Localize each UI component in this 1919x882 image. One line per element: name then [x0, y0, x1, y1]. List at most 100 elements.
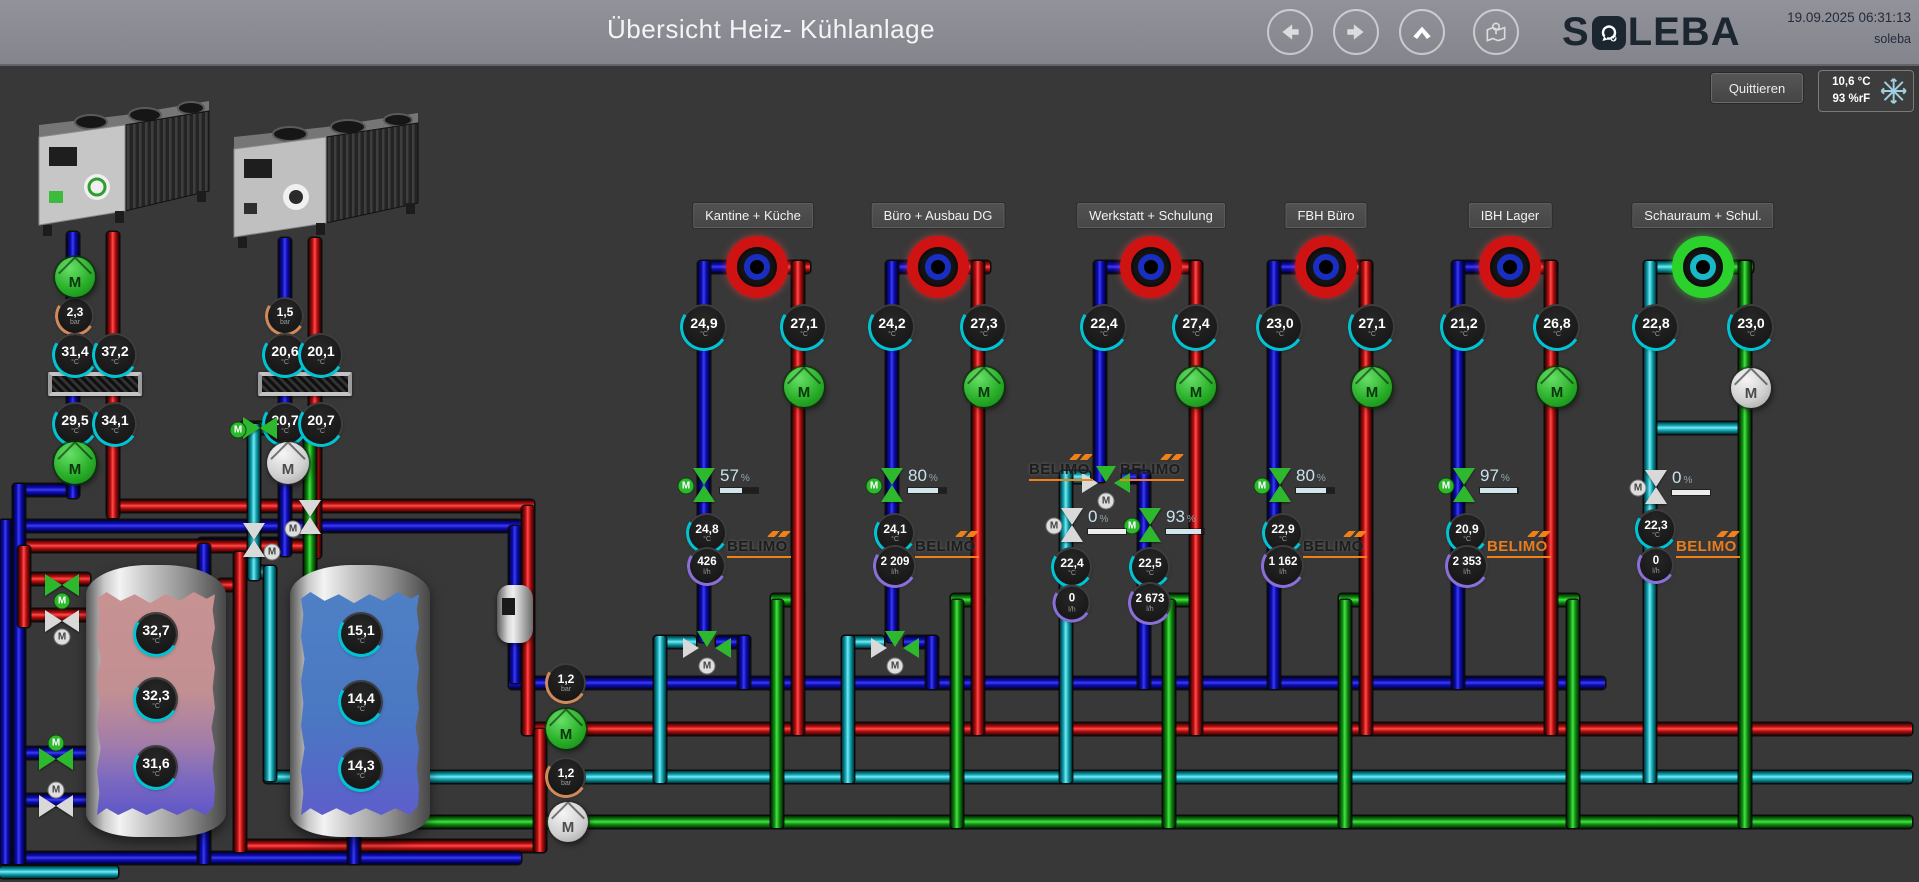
- zone-header-fbh-buero[interactable]: FBH Büro: [1284, 202, 1368, 229]
- valve-motor[interactable]: M: [47, 734, 65, 752]
- main-pipe-hot: [522, 723, 1912, 735]
- zone3-return-temp: 27,4 °C: [1175, 306, 1217, 348]
- heating-circuit-icon[interactable]: [726, 236, 788, 298]
- valve-motor[interactable]: M: [53, 592, 71, 610]
- valve-motor[interactable]: M: [263, 543, 281, 561]
- zone6-flow-badge: 0 l/h: [1640, 549, 1672, 581]
- zone2-mixing-valve[interactable]: [871, 630, 919, 658]
- zone3-branch-a-temp: 22,4 °C: [1054, 549, 1090, 585]
- zone-header-schauraum[interactable]: Schauraum + Schul.: [1631, 202, 1775, 229]
- outdoor-conditions-panel[interactable]: 10,6 °C 93 %rF: [1818, 70, 1914, 112]
- zone-header-kantine-kueche[interactable]: Kantine + Küche: [692, 202, 814, 229]
- belimo-logo: BELIMO: [1029, 461, 1093, 481]
- zone3-branch-b-temp: 22,5 °C: [1132, 549, 1168, 585]
- valve-motor[interactable]: M: [229, 421, 247, 439]
- valve-motor[interactable]: M: [53, 628, 71, 646]
- zone2-return-temp: 27,3 °C: [963, 306, 1005, 348]
- acknowledge-button[interactable]: Quittieren: [1710, 72, 1804, 104]
- pipe-segment: [842, 636, 854, 783]
- valve-motor[interactable]: M: [1629, 479, 1647, 497]
- nav-up-button[interactable]: [1399, 9, 1445, 55]
- zone3-supply-temp: 22,4 °C: [1083, 306, 1125, 348]
- zone5-supply-temp: 21,2 °C: [1443, 306, 1485, 348]
- heating-circuit-icon[interactable]: [1120, 236, 1182, 298]
- belimo-logo: BELIMO: [915, 538, 979, 558]
- pipe-segment: [13, 484, 25, 864]
- valve-motor[interactable]: M: [677, 477, 695, 495]
- snowflake-icon: [1880, 78, 1907, 104]
- cooling-circuit-icon[interactable]: [1672, 236, 1734, 298]
- datetime-display: 19.09.2025 06:31:13 soleba: [1787, 7, 1911, 49]
- zone6-supply-temp: 22,8 °C: [1635, 306, 1677, 348]
- chiller2-circuit-pump[interactable]: M: [267, 442, 309, 484]
- valve-port: [871, 638, 887, 658]
- zone1-mixing-valve[interactable]: [683, 630, 731, 658]
- zone-header-werkstatt-schulung[interactable]: Werkstatt + Schulung: [1076, 202, 1226, 229]
- zone-header-ibh-lager[interactable]: IBH Lager: [1467, 202, 1553, 229]
- zone3-valve-b-position: 93%: [1166, 507, 1204, 534]
- distribution-pump-heating[interactable]: M: [546, 709, 586, 749]
- chiller1-pressure-badge: 2,3 bar: [58, 299, 92, 333]
- zone1-valve-position: 57%: [720, 466, 758, 493]
- chiller1-circuit-pump[interactable]: M: [54, 442, 96, 484]
- zone3-branch-b-flow: 2 673 l/h: [1131, 584, 1169, 622]
- chiller1-temp-badge: 37,2 °C: [95, 335, 135, 375]
- valve-port: [885, 631, 905, 647]
- pipe-segment: [771, 600, 783, 828]
- nav-sitemap-button[interactable]: [1473, 9, 1519, 55]
- zone4-valve-position: 80%: [1296, 466, 1334, 493]
- valve-motor[interactable]: M: [1253, 477, 1271, 495]
- heating-circuit-icon[interactable]: [907, 236, 969, 298]
- heating-circuit-icon[interactable]: [1295, 236, 1357, 298]
- heating-circuit-icon[interactable]: [1479, 236, 1541, 298]
- nav-back-button[interactable]: [1267, 9, 1313, 55]
- valve-motor[interactable]: M: [865, 477, 883, 495]
- zone5-pump[interactable]: M: [1537, 367, 1577, 407]
- pipe-segment: [654, 636, 666, 783]
- pipe-segment: [0, 520, 11, 864]
- belimo-logo: BELIMO: [1120, 461, 1184, 481]
- tank-warm-temp-middle: 32,3 °C: [136, 679, 176, 719]
- valve-port: [697, 631, 717, 647]
- valve-motor[interactable]: M: [886, 657, 904, 675]
- distribution-pump-cooling[interactable]: M: [548, 802, 588, 842]
- zone1-return-temp: 27,1 °C: [783, 306, 825, 348]
- valve-motor[interactable]: M: [1437, 477, 1455, 495]
- valve-motor[interactable]: M: [1123, 517, 1141, 535]
- chiller-1-image[interactable]: [25, 75, 215, 243]
- zone1-pump[interactable]: M: [784, 367, 824, 407]
- title-bar: Übersicht Heiz- Kühlanlage S LEBA 19.09.2…: [0, 0, 1919, 66]
- pipe-segment: [1567, 600, 1579, 828]
- pipe-segment: [1163, 600, 1175, 828]
- chiller2-temp-badge: 20,1 °C: [301, 335, 341, 375]
- arrow-left-icon: [1282, 24, 1299, 40]
- logged-in-user: soleba: [1874, 31, 1911, 46]
- circuit-inner-ring: [1313, 254, 1339, 280]
- belimo-logo: BELIMO: [1676, 538, 1740, 558]
- page-title: Übersicht Heiz- Kühlanlage: [606, 14, 936, 44]
- valve-motor[interactable]: M: [284, 520, 302, 538]
- zone3-pump[interactable]: M: [1176, 367, 1216, 407]
- valve-motor[interactable]: M: [698, 657, 716, 675]
- valve-motor[interactable]: M: [47, 781, 65, 799]
- zone3-branch-a-flow: 0 l/h: [1055, 586, 1089, 620]
- valve-motor[interactable]: M: [1045, 517, 1063, 535]
- pipe-segment: [926, 636, 938, 689]
- zone-header-buero-ausbau[interactable]: Büro + Ausbau DG: [870, 202, 1006, 229]
- vessel-label-plate: [502, 598, 515, 615]
- zone5-return-temp: 26,8 °C: [1536, 306, 1578, 348]
- circuit-inner-ring: [925, 254, 951, 280]
- chiller1-pump[interactable]: M: [55, 257, 95, 297]
- zone2-pump[interactable]: M: [964, 367, 1004, 407]
- chiller1-temp-badge: 29,5 °C: [55, 404, 95, 444]
- circuit-inner-ring: [1497, 254, 1523, 280]
- zone6-pump[interactable]: M: [1731, 368, 1771, 408]
- pipe-segment: [1094, 261, 1106, 482]
- heat-exchanger-2: [258, 372, 352, 396]
- chiller-2-image[interactable]: [220, 85, 425, 255]
- circuit-inner-ring: [1138, 254, 1164, 280]
- valve-port: [1096, 466, 1116, 482]
- tank-warm-temp-top: 32,7 °C: [136, 614, 176, 654]
- nav-forward-button[interactable]: [1333, 9, 1379, 55]
- zone4-pump[interactable]: M: [1352, 367, 1392, 407]
